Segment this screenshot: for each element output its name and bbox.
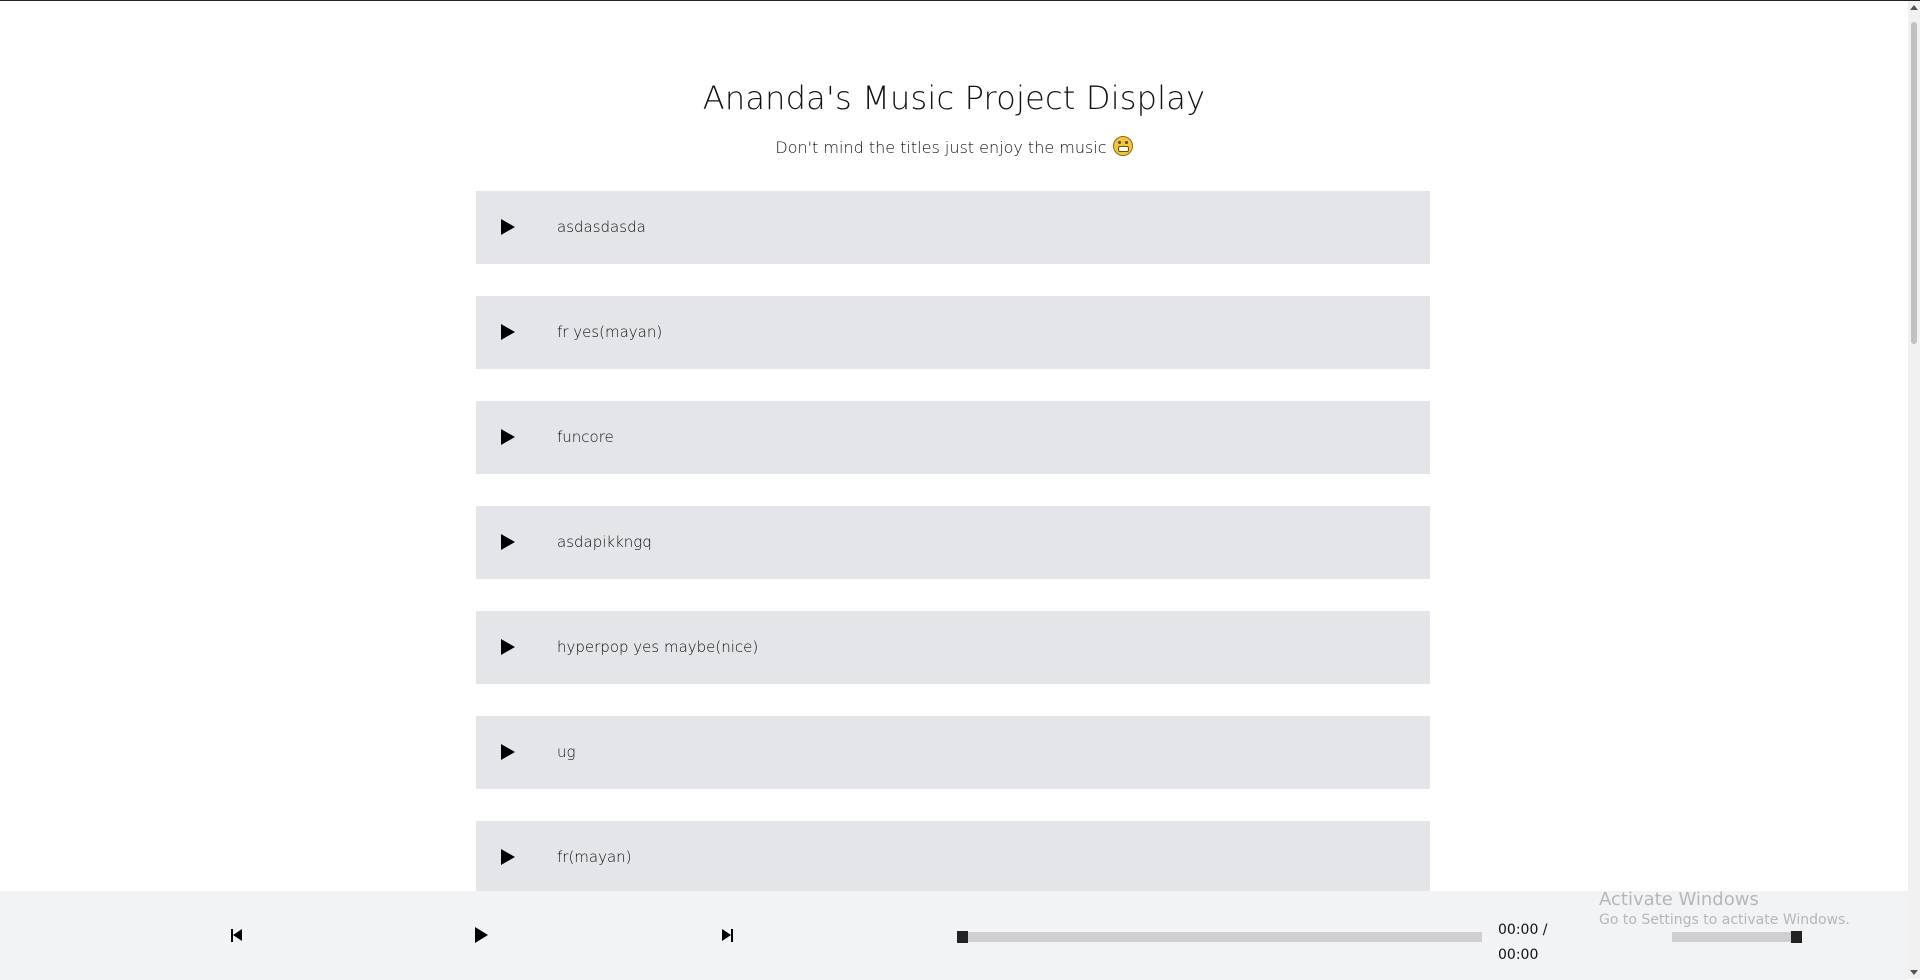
- next-track-icon-bar: [731, 929, 733, 942]
- scroll-down-arrow-icon[interactable]: [1910, 970, 1918, 975]
- vertical-scrollbar[interactable]: [1908, 1, 1920, 979]
- previous-track-icon-arrow: [233, 929, 242, 941]
- current-time: 00:00 /: [1498, 922, 1548, 938]
- seek-slider[interactable]: [957, 931, 1482, 943]
- play-icon[interactable]: [501, 744, 515, 760]
- play-icon[interactable]: [501, 849, 515, 865]
- play-icon[interactable]: [501, 324, 515, 340]
- watermark-title: Activate Windows: [1599, 889, 1759, 910]
- play-icon[interactable]: [501, 219, 515, 235]
- song-title: ug: [557, 743, 576, 761]
- song-title: asdasdasda: [557, 218, 646, 236]
- duration: 00:00: [1498, 947, 1539, 963]
- page-title: Ananda's Music Project Display: [702, 79, 1206, 117]
- song-row[interactable]: asdapikkngq: [476, 506, 1430, 579]
- watermark-subtitle: Go to Settings to activate Windows.: [1599, 912, 1850, 928]
- seek-slider-thumb[interactable]: [957, 931, 968, 943]
- windows-activation-watermark: Activate Windows Go to Settings to activ…: [1599, 889, 1850, 928]
- play-icon[interactable]: [501, 429, 515, 445]
- subtitle-text: Don't mind the titles just enjoy the mus…: [775, 138, 1107, 157]
- volume-slider-thumb[interactable]: [1791, 931, 1802, 943]
- song-row[interactable]: fr(mayan): [476, 821, 1430, 894]
- song-title: hyperpop yes maybe(nice): [557, 638, 759, 656]
- page-subtitle: Don't mind the titles just enjoy the mus…: [0, 136, 1908, 157]
- song-title: fr(mayan): [557, 848, 632, 866]
- scroll-up-arrow-icon[interactable]: [1910, 5, 1918, 10]
- song-row[interactable]: fr yes(mayan): [476, 296, 1430, 369]
- time-display: 00:00 / 00:00: [1498, 918, 1548, 968]
- song-title: asdapikkngq: [557, 533, 652, 551]
- play-icon[interactable]: [501, 534, 515, 550]
- song-title: fr yes(mayan): [557, 323, 663, 341]
- volume-slider[interactable]: [1672, 931, 1802, 943]
- page: Ananda's Music Project Display Don't min…: [0, 1, 1908, 980]
- scrollbar-thumb[interactable]: [1911, 22, 1917, 344]
- song-row[interactable]: asdasdasda: [476, 191, 1430, 264]
- next-track-icon-arrow: [722, 929, 731, 941]
- song-row[interactable]: funcore: [476, 401, 1430, 474]
- grimacing-emoji-icon: [1112, 136, 1133, 156]
- player-play-icon[interactable]: [475, 927, 488, 943]
- song-row[interactable]: hyperpop yes maybe(nice): [476, 611, 1430, 684]
- play-icon[interactable]: [501, 639, 515, 655]
- song-row[interactable]: ug: [476, 716, 1430, 789]
- song-title: funcore: [557, 428, 614, 446]
- song-list: asdasdasda fr yes(mayan) funcore asdapik…: [476, 191, 1430, 926]
